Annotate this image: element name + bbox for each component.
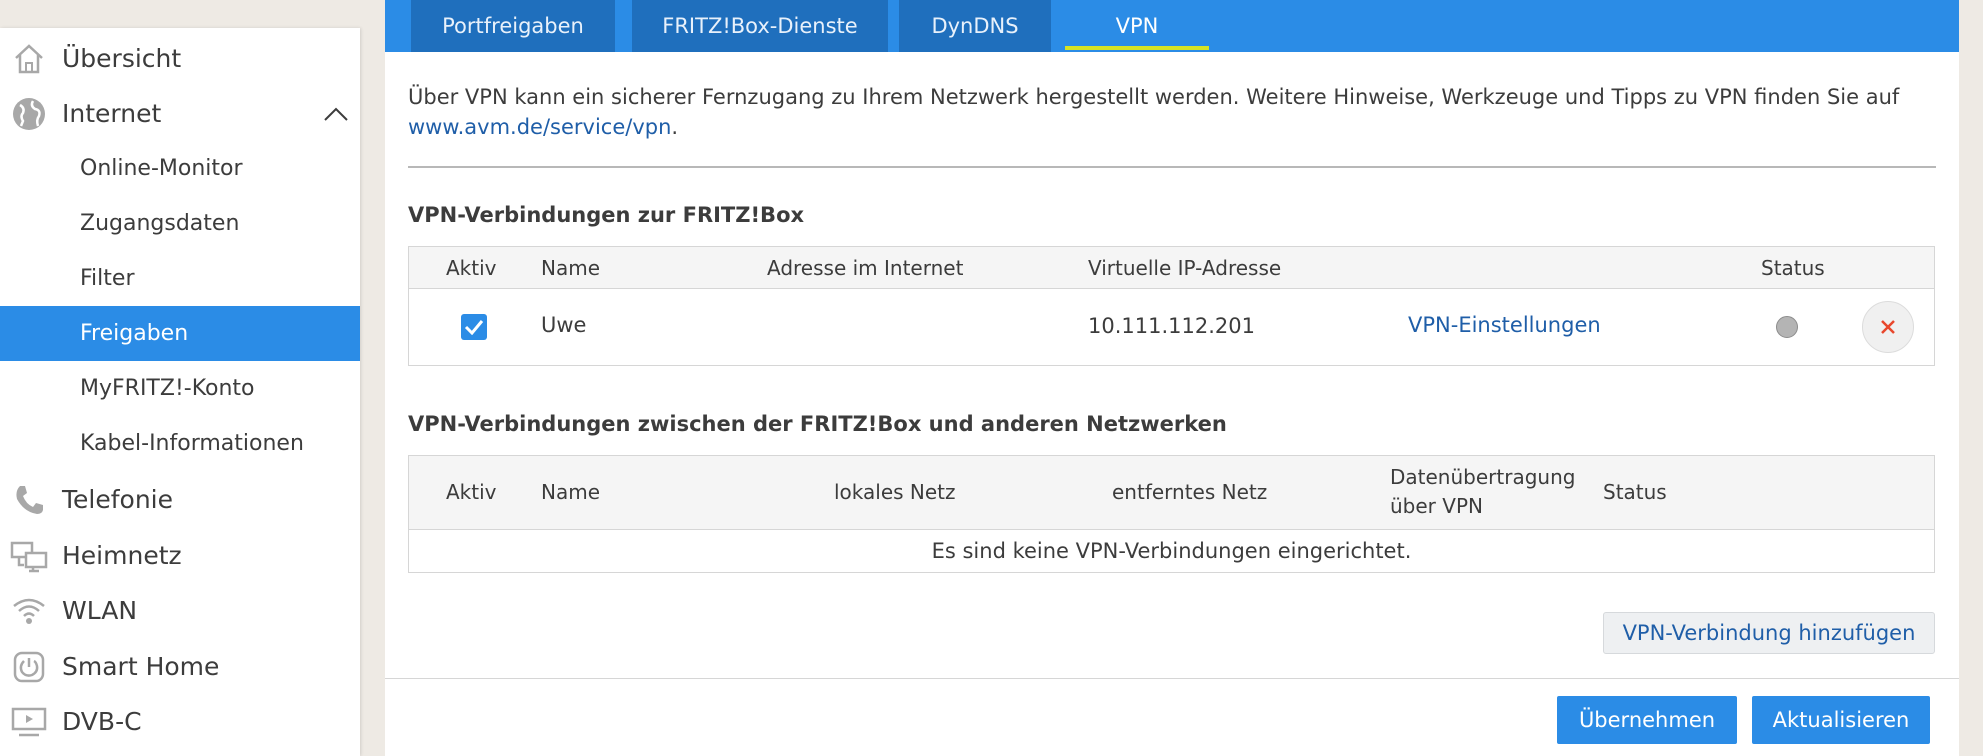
- button-label: VPN-Verbindung hinzufügen: [1622, 621, 1916, 645]
- table-header: Aktiv Name Adresse im Internet Virtuelle…: [409, 247, 1934, 289]
- sidebar-item-label: MyFRITZ!-Konto: [80, 376, 255, 401]
- sidebar-item-label: Kabel-Informationen: [80, 431, 304, 456]
- sidebar-item-filter[interactable]: Filter: [0, 251, 360, 306]
- divider: [385, 678, 1959, 679]
- virtual-ip-value: 10.111.112.201: [1088, 314, 1255, 338]
- column-header-aktiv: Aktiv: [446, 480, 497, 504]
- intro-text: Über VPN kann ein sicherer Fernzugang zu…: [408, 82, 1938, 142]
- home-icon: [10, 40, 48, 78]
- phone-icon: [10, 481, 48, 519]
- intro-sentence: Über VPN kann ein sicherer Fernzugang zu…: [408, 85, 1900, 109]
- status-indicator: [1776, 316, 1798, 338]
- column-header-aktiv: Aktiv: [446, 256, 497, 280]
- vpn-settings-link[interactable]: VPN-Einstellungen: [1408, 313, 1601, 337]
- sidebar-item-wlan[interactable]: WLAN: [0, 583, 360, 638]
- checkmark-icon: [464, 320, 484, 335]
- sidebar-item-myfritz-konto[interactable]: MyFRITZ!-Konto: [0, 361, 360, 416]
- empty-message-text: Es sind keine VPN-Verbindungen eingerich…: [931, 539, 1412, 563]
- sidebar-item-label: Smart Home: [62, 652, 220, 681]
- wifi-icon: [10, 592, 48, 630]
- sidebar-item-label: Telefonie: [62, 485, 173, 514]
- table-header: Aktiv Name lokales Netz entferntes Netz …: [409, 456, 1934, 530]
- tab-vpn[interactable]: VPN: [1065, 0, 1209, 52]
- column-header-address: Adresse im Internet: [767, 256, 964, 280]
- vpn-networks-table: Aktiv Name lokales Netz entferntes Netz …: [408, 455, 1935, 573]
- column-header-virtual-ip: Virtuelle IP-Adresse: [1088, 256, 1282, 280]
- intro-suffix: .: [671, 115, 679, 139]
- column-header-status: Status: [1761, 256, 1825, 280]
- sidebar-item-uebersicht[interactable]: Übersicht: [0, 31, 360, 86]
- aktiv-checkbox[interactable]: [461, 314, 487, 340]
- refresh-button[interactable]: Aktualisieren: [1752, 696, 1930, 744]
- sidebar-item-zugangsdaten[interactable]: Zugangsdaten: [0, 196, 360, 251]
- column-header-name: Name: [541, 480, 601, 504]
- sidebar-item-label: Online-Monitor: [80, 156, 243, 181]
- sidebar-item-heimnetz[interactable]: Heimnetz: [0, 528, 360, 583]
- sidebar-item-smart-home[interactable]: Smart Home: [0, 639, 360, 694]
- column-header-transfer-line1: Datenübertragung: [1390, 465, 1576, 489]
- sidebar-item-dvb-c[interactable]: DVB-C: [0, 694, 360, 749]
- sidebar-item-label: Filter: [80, 266, 135, 291]
- sidebar-item-label: Zugangsdaten: [80, 211, 240, 236]
- tab-dyndns[interactable]: DynDNS: [899, 0, 1051, 52]
- column-header-status: Status: [1603, 480, 1667, 504]
- tv-icon: [10, 703, 48, 741]
- sidebar-item-label: DVB-C: [62, 707, 142, 736]
- tab-label: FRITZ!Box-Dienste: [662, 14, 858, 38]
- divider: [408, 166, 1936, 168]
- sidebar-item-label: WLAN: [62, 596, 138, 625]
- globe-icon: [10, 95, 48, 133]
- column-header-name: Name: [541, 256, 601, 280]
- avm-vpn-link[interactable]: www.avm.de/service/vpn: [408, 115, 671, 139]
- sidebar-item-label: Internet: [62, 99, 162, 128]
- sidebar-item-kabel-informationen[interactable]: Kabel-Informationen: [0, 416, 360, 471]
- network-icon: [10, 537, 48, 575]
- close-icon: [1881, 320, 1895, 334]
- button-label: Übernehmen: [1578, 708, 1716, 732]
- sidebar: Übersicht Internet Online-Monitor Zugang…: [0, 28, 360, 756]
- chevron-up-icon[interactable]: [322, 104, 350, 124]
- sidebar-item-label: Freigaben: [80, 321, 189, 346]
- sidebar-item-telefonie[interactable]: Telefonie: [0, 472, 360, 527]
- tab-portfreigaben[interactable]: Portfreigaben: [411, 0, 615, 52]
- add-vpn-connection-button[interactable]: VPN-Verbindung hinzufügen: [1603, 612, 1935, 654]
- tab-label: VPN: [1115, 14, 1159, 38]
- column-header-local-network: lokales Netz: [834, 480, 956, 504]
- section-title-vpn-to-fritzbox: VPN-Verbindungen zur FRITZ!Box: [408, 203, 805, 227]
- tab-label: DynDNS: [931, 14, 1019, 38]
- sidebar-item-internet[interactable]: Internet: [0, 86, 360, 141]
- delete-button[interactable]: [1862, 301, 1914, 353]
- power-icon: [10, 648, 48, 686]
- sidebar-item-label: Übersicht: [62, 44, 182, 73]
- tab-label: Portfreigaben: [442, 14, 584, 38]
- table-row: Uwe 10.111.112.201 VPN-Einstellungen: [409, 289, 1934, 365]
- column-header-transfer-line2: über VPN: [1390, 494, 1483, 518]
- vpn-user-name: Uwe: [541, 313, 587, 337]
- button-label: Aktualisieren: [1772, 708, 1910, 732]
- main-content: Portfreigaben FRITZ!Box-Dienste DynDNS V…: [385, 0, 1959, 756]
- column-header-remote-network: entferntes Netz: [1112, 480, 1268, 504]
- empty-message: Es sind keine VPN-Verbindungen eingerich…: [409, 530, 1934, 572]
- sidebar-item-online-monitor[interactable]: Online-Monitor: [0, 141, 360, 196]
- apply-button[interactable]: Übernehmen: [1557, 696, 1737, 744]
- sidebar-item-freigaben[interactable]: Freigaben: [0, 306, 360, 361]
- section-title-vpn-networks: VPN-Verbindungen zwischen der FRITZ!Box …: [408, 412, 1227, 436]
- tab-fritzbox-dienste[interactable]: FRITZ!Box-Dienste: [632, 0, 888, 52]
- vpn-users-table: Aktiv Name Adresse im Internet Virtuelle…: [408, 246, 1935, 366]
- tab-bar: Portfreigaben FRITZ!Box-Dienste DynDNS V…: [385, 0, 1959, 52]
- sidebar-item-label: Heimnetz: [62, 541, 182, 570]
